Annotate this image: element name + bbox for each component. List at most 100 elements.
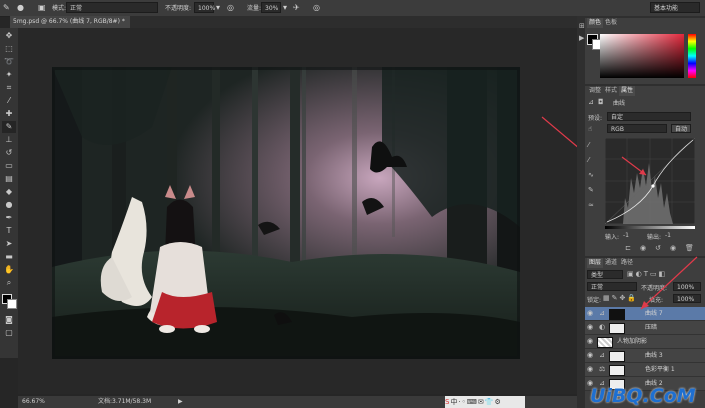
color-panel: 颜色 色板 xyxy=(585,18,705,84)
eye-icon[interactable]: ◉ xyxy=(587,307,593,320)
annotation-arrow-2 xyxy=(621,156,647,176)
tab-paths[interactable]: 路径 xyxy=(619,258,635,268)
document-canvas[interactable] xyxy=(52,67,520,359)
screen-mode-icon[interactable]: ▢ xyxy=(2,327,16,339)
doc-info: 文档:3.71M/58.3M xyxy=(98,398,152,405)
brush-tool-icon[interactable]: ✎ xyxy=(2,121,16,133)
chevron-down-icon[interactable]: ▾ xyxy=(216,3,220,13)
adjustment-layer-icon: ⚖ xyxy=(599,365,606,373)
history-brush-tool-icon[interactable]: ↺ xyxy=(2,147,16,159)
preset-select[interactable]: 自定 xyxy=(607,112,691,121)
tab-properties[interactable]: 属性 xyxy=(619,86,636,96)
output-label: 输出: xyxy=(647,234,662,241)
stamp-tool-icon[interactable]: ⊥ xyxy=(2,134,16,146)
workspace-select[interactable]: 基本功能 xyxy=(650,2,700,13)
mask-icon[interactable]: ◘ xyxy=(598,98,604,107)
layer-thumb xyxy=(597,337,613,348)
tab-color[interactable]: 颜色 xyxy=(587,18,604,28)
layer-row[interactable]: ◉ ⚖ 色彩平衡 1 xyxy=(585,363,705,377)
marquee-tool-icon[interactable]: ⬚ xyxy=(2,43,16,55)
input-value[interactable]: -1 xyxy=(623,232,629,239)
trash-icon[interactable]: 🗑 xyxy=(685,244,694,253)
curves-icon: ⊿ xyxy=(588,98,594,106)
preset-label: 预设: xyxy=(588,115,603,122)
tab-layers[interactable]: 图层 xyxy=(587,258,604,268)
ime-icon[interactable]: S xyxy=(445,398,450,406)
move-tool-icon[interactable]: ✥ xyxy=(2,30,16,42)
crop-tool-icon[interactable]: ⌗ xyxy=(2,82,16,94)
document-tab[interactable]: 5mg.psd @ 66.7% (曲线 7, RGB/8#) * xyxy=(10,16,130,28)
healing-tool-icon[interactable]: ✚ xyxy=(2,108,16,120)
color-field[interactable] xyxy=(600,34,684,78)
smooth-icon[interactable]: ≈ xyxy=(588,201,594,210)
eyedropper-tool-icon[interactable]: ⁄ xyxy=(2,95,16,107)
forest-photo xyxy=(52,67,520,359)
channel-select[interactable]: RGB xyxy=(607,124,667,133)
opacity-label: 不透明度: xyxy=(165,5,192,12)
quick-mask-icon[interactable]: ◙ xyxy=(2,314,16,326)
pen-tool-icon[interactable]: ✒ xyxy=(2,212,16,224)
input-label: 输入: xyxy=(605,234,620,241)
eye-icon[interactable]: ◉ xyxy=(587,321,593,334)
chevron-down-icon[interactable]: ▾ xyxy=(283,3,287,13)
eraser-tool-icon[interactable]: ▭ xyxy=(2,160,16,172)
curve-point-icon[interactable]: ∿ xyxy=(588,171,594,180)
eye-icon[interactable]: ◉ xyxy=(587,349,593,362)
target-adjust-icon[interactable]: ☝ xyxy=(588,125,592,134)
mode-select[interactable]: 正常 xyxy=(66,2,158,13)
curves-graph[interactable] xyxy=(605,138,695,224)
shape-tool-icon[interactable]: ▬ xyxy=(2,251,16,263)
view-previous-icon[interactable]: ◉ xyxy=(640,244,646,253)
layer-name[interactable]: 人物加阴影 xyxy=(617,335,647,348)
visibility-icon[interactable]: ◉ xyxy=(670,244,676,253)
layer-filter-select[interactable]: 类型 xyxy=(587,270,623,279)
lock-icons[interactable]: ▦✎✥🔒 xyxy=(603,294,638,302)
reset-icon[interactable]: ↺ xyxy=(655,244,661,253)
eyedropper-black-icon[interactable]: ⁄ xyxy=(588,141,589,150)
eye-icon[interactable]: ◉ xyxy=(587,335,593,348)
layer-name[interactable]: 压暗 xyxy=(645,321,657,334)
background-color-swatch[interactable] xyxy=(7,299,17,309)
status-arrow-icon[interactable]: ▶ xyxy=(178,396,183,408)
flow-input[interactable]: 30% xyxy=(261,2,281,13)
hand-tool-icon[interactable]: ✋ xyxy=(2,264,16,276)
airbrush-icon[interactable]: ✈ xyxy=(293,3,300,13)
pressure-opacity-icon[interactable]: ◎ xyxy=(227,3,234,13)
brush-preset-icon[interactable]: ● xyxy=(17,3,24,13)
pencil-icon[interactable]: ✎ xyxy=(588,186,594,195)
tab-swatches[interactable]: 色板 xyxy=(603,18,619,28)
lasso-tool-icon[interactable]: ➰ xyxy=(2,56,16,68)
blur-tool-icon[interactable]: ◆ xyxy=(2,186,16,198)
opacity-input[interactable]: 100% xyxy=(194,2,215,13)
adjustment-layer-icon: ◐ xyxy=(599,323,606,331)
brush-panel-icon[interactable]: ▣ xyxy=(38,3,46,13)
input-gradient-bar xyxy=(605,226,695,229)
pressure-size-icon[interactable]: ◎ xyxy=(313,3,320,13)
actions-panel-icon[interactable]: ▶ xyxy=(579,34,585,43)
path-select-tool-icon[interactable]: ➤ xyxy=(2,238,16,250)
quick-select-tool-icon[interactable]: ✦ xyxy=(2,69,16,81)
eyedropper-gray-icon[interactable]: ⁄ xyxy=(588,156,589,165)
blend-mode-select[interactable]: 正常 xyxy=(587,282,637,291)
hue-slider[interactable] xyxy=(688,34,696,78)
clip-layer-icon[interactable]: ⊏ xyxy=(625,244,631,253)
zoom-level[interactable]: 66.67% xyxy=(22,396,45,408)
dodge-tool-icon[interactable]: ● xyxy=(2,199,16,211)
type-tool-icon[interactable]: T xyxy=(2,225,16,237)
layer-row[interactable]: ◉ 人物加阴影 xyxy=(585,335,705,349)
layer-row[interactable]: ◉ ◐ 压暗 xyxy=(585,321,705,335)
zoom-tool-icon[interactable]: ⌕ xyxy=(2,277,16,289)
tab-channels[interactable]: 通道 xyxy=(603,258,619,268)
gradient-tool-icon[interactable]: ▤ xyxy=(2,173,16,185)
layer-row[interactable]: ◉ ⊿ 曲线 3 xyxy=(585,349,705,363)
layer-name[interactable]: 色彩平衡 1 xyxy=(645,363,675,376)
eye-icon[interactable]: ◉ xyxy=(587,363,593,376)
history-panel-icon[interactable]: ⊞ xyxy=(579,22,585,31)
layer-mask-thumb xyxy=(609,365,625,376)
tab-adjustments[interactable]: 调整 xyxy=(587,86,603,96)
brush-tool-icon[interactable]: ✎ xyxy=(3,3,10,13)
output-value[interactable]: -1 xyxy=(665,232,671,239)
layer-name[interactable]: 曲线 3 xyxy=(645,349,663,362)
tab-styles[interactable]: 样式 xyxy=(603,86,619,96)
auto-button[interactable]: 自动 xyxy=(671,124,691,133)
